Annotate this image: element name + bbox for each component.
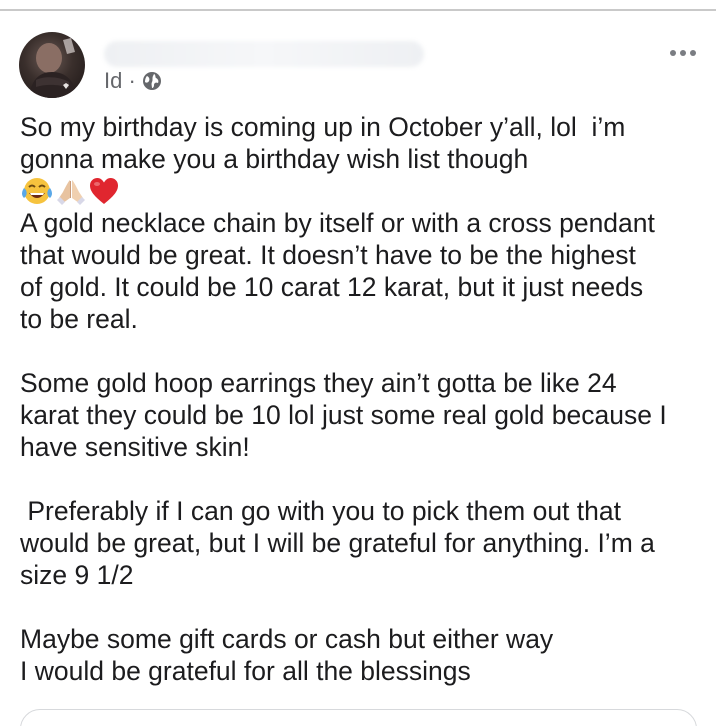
- folded-hands-emoji-icon: [57, 180, 85, 205]
- emoji-row: [20, 175, 700, 207]
- face-with-tears-of-joy-emoji-icon: [22, 178, 52, 204]
- post-line: that would be great. It doesn’t have to …: [20, 240, 636, 270]
- post-line: would be great, but I will be grateful f…: [20, 528, 655, 558]
- more-dot-icon: [690, 50, 696, 56]
- post-line: have sensitive skin!: [20, 432, 250, 462]
- more-options-button[interactable]: [670, 50, 696, 56]
- post-line: karat they could be 10 lol just some rea…: [20, 400, 667, 430]
- post-line: A gold necklace chain by itself or with …: [20, 208, 655, 238]
- post-line: Some gold hoop earrings they ain’t gotta…: [20, 368, 617, 398]
- timestamp[interactable]: Id ·: [104, 68, 136, 94]
- post-line: to be real.: [20, 304, 138, 334]
- post-line: So my birthday is coming up in October y…: [20, 112, 626, 142]
- globe-icon[interactable]: [142, 71, 162, 91]
- post-line: gonna make you a birthday wish list thou…: [20, 144, 529, 174]
- more-dot-icon: [680, 50, 686, 56]
- more-dot-icon: [670, 50, 676, 56]
- profile-photo-icon: [29, 38, 77, 98]
- post-line: Maybe some gift cards or cash but either…: [20, 624, 554, 654]
- red-heart-emoji-icon: [90, 178, 118, 204]
- post-line: of gold. It could be 10 carat 12 karat, …: [20, 272, 644, 302]
- post-header: Id ·: [0, 11, 716, 106]
- post-meta: Id ·: [104, 68, 162, 94]
- post-text: So my birthday is coming up in October y…: [20, 111, 700, 687]
- avatar[interactable]: [19, 32, 85, 98]
- post-line: size 9 1/2: [20, 560, 134, 590]
- comment-input[interactable]: [20, 709, 697, 726]
- author-name-redacted[interactable]: [104, 41, 424, 67]
- post-line: I would be grateful for all the blessing…: [20, 656, 471, 686]
- post-line: Preferably if I can go with you to pick …: [20, 496, 621, 526]
